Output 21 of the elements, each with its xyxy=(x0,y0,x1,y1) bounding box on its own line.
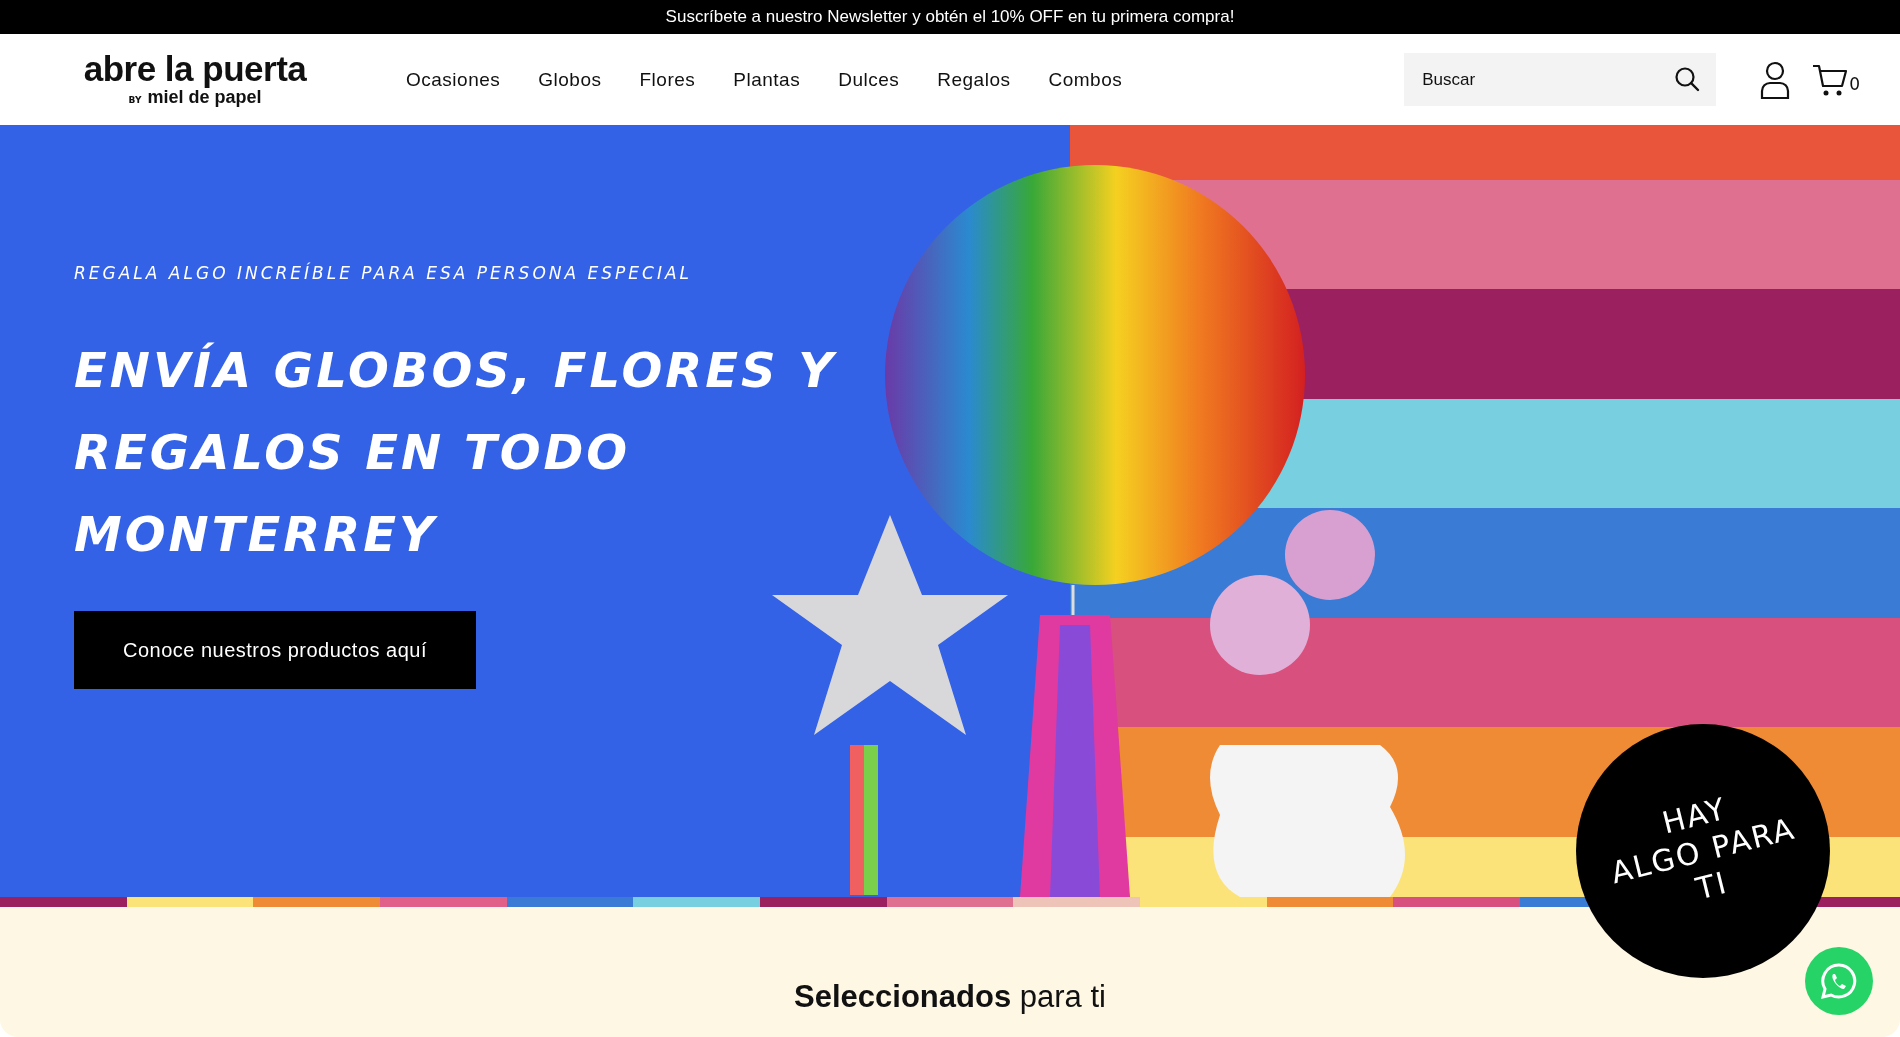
search-icon[interactable] xyxy=(1674,66,1701,92)
logo-subtitle: miel de papel xyxy=(147,87,262,108)
search-field[interactable]: Buscar xyxy=(1404,53,1717,106)
logo-by: BY xyxy=(128,95,142,105)
nav-link[interactable]: Ocasiones xyxy=(406,68,501,91)
hero-eyebrow: REGALA ALGO INCREÍBLE PARA ESA PERSONA ESPECIAL xyxy=(74,263,694,283)
hero-headline: ENVÍA GLOBOS, FLORES Y REGALOS EN TODO MONTERREY xyxy=(74,341,838,564)
cart-count: 0 xyxy=(1849,73,1860,94)
nav-link[interactable]: Regalos xyxy=(937,68,1011,91)
section-title: Seleccionados para ti xyxy=(794,979,1106,1015)
user-icon[interactable] xyxy=(1760,60,1791,99)
products-button[interactable]: Conoce nuestros productos aquí xyxy=(74,611,476,689)
nav-link[interactable]: Plantas xyxy=(733,68,801,91)
nav-link[interactable]: Combos xyxy=(1048,68,1123,91)
chat-icon xyxy=(1819,961,1859,1001)
logo[interactable]: abre la puerta BY miel de papel xyxy=(75,51,315,108)
nav-link[interactable]: Globos xyxy=(538,68,602,91)
nav-link[interactable]: Flores xyxy=(639,68,696,91)
logo-title: abre la puerta xyxy=(83,51,307,87)
nav-link[interactable]: Dulces xyxy=(838,68,900,91)
announcement-text: Suscríbete a nuestro Newsletter y obtén el 10% OFF en tu primera compra! xyxy=(665,7,1235,27)
